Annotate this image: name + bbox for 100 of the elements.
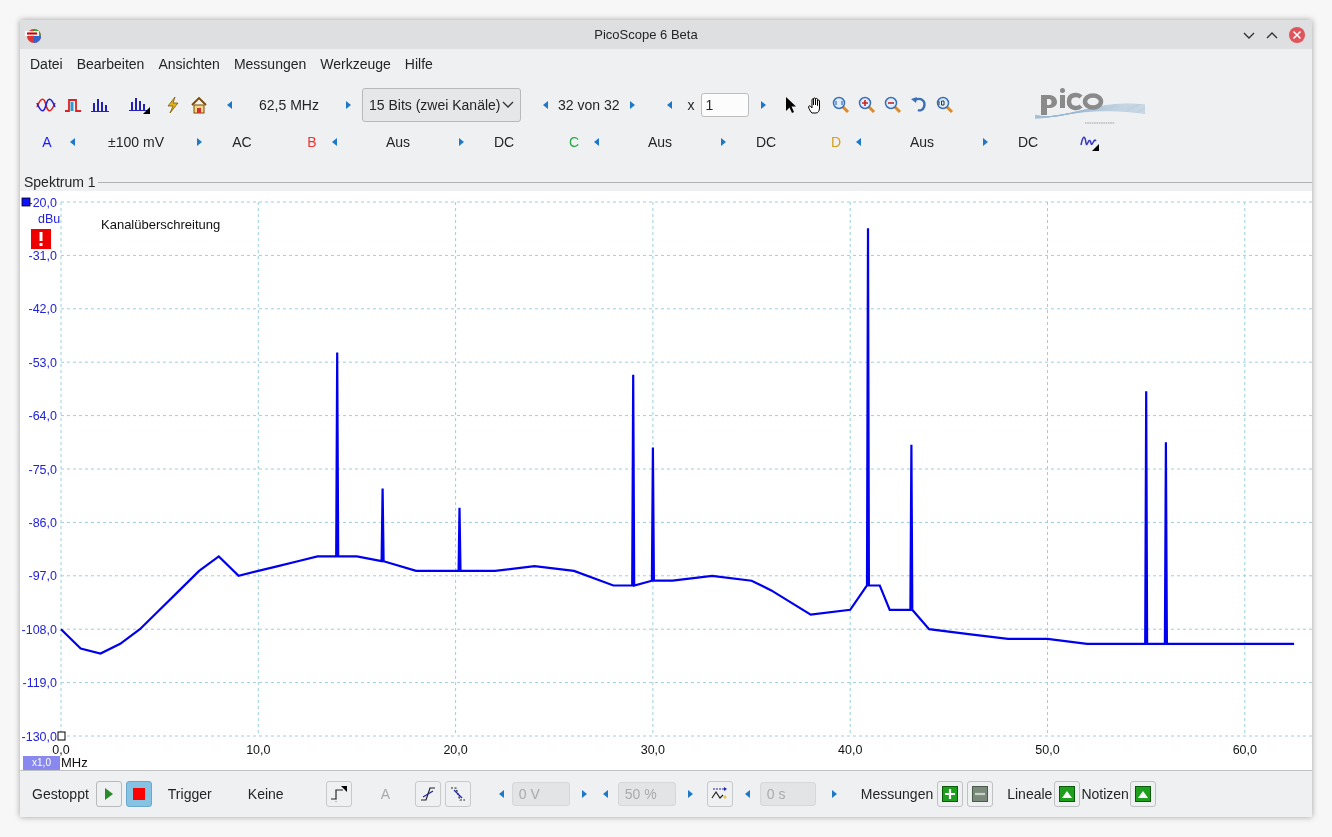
y-tick-label: -31,0 bbox=[28, 248, 57, 263]
persistence-view-icon[interactable] bbox=[64, 97, 82, 113]
rising-edge-button[interactable] bbox=[414, 781, 441, 807]
menu-item[interactable]: Messungen bbox=[227, 53, 313, 75]
triangle-up-icon bbox=[1059, 786, 1076, 802]
x-tick-label: 50,0 bbox=[1035, 743, 1060, 757]
x-tick-label: 0,0 bbox=[52, 743, 70, 757]
trigger-delay-button[interactable] bbox=[706, 781, 733, 807]
sample-rate-value: 62,5 MHz bbox=[258, 95, 320, 115]
notes-button[interactable] bbox=[1129, 781, 1156, 807]
plus-icon bbox=[942, 786, 959, 802]
rulers-button[interactable] bbox=[1054, 781, 1081, 807]
left-arrow-icon[interactable] bbox=[541, 98, 550, 112]
left-arrow-icon[interactable] bbox=[330, 135, 339, 149]
channel-range-value: Aus bbox=[384, 132, 412, 152]
overrange-message: Kanalüberschreitung bbox=[101, 216, 221, 234]
resolution-dropdown[interactable]: 15 Bits (zwei Kanäle) bbox=[362, 88, 521, 122]
add-measurement-button[interactable] bbox=[937, 781, 964, 807]
minus-icon bbox=[972, 786, 989, 802]
falling-edge-button[interactable] bbox=[444, 781, 471, 807]
home-icon[interactable] bbox=[190, 96, 208, 114]
undo-icon[interactable] bbox=[909, 96, 928, 114]
x-tick-label: 20,0 bbox=[443, 743, 468, 757]
zoom-100-icon[interactable] bbox=[935, 96, 954, 114]
channel-marker-icon bbox=[21, 197, 31, 207]
start-button[interactable] bbox=[95, 781, 122, 807]
view-tab[interactable]: Spektrum 1 bbox=[20, 174, 98, 191]
channel-letter[interactable]: B bbox=[304, 131, 320, 153]
run-status: Gestoppt bbox=[32, 784, 89, 804]
close-icon[interactable] bbox=[1288, 25, 1306, 44]
y-tick-label: -130,0 bbox=[21, 729, 57, 744]
coupling-value: DC bbox=[754, 132, 778, 152]
right-arrow-icon[interactable] bbox=[685, 787, 695, 801]
menu-item[interactable]: Datei bbox=[24, 53, 69, 75]
zoom-fit-icon[interactable] bbox=[831, 96, 850, 114]
window-title: PicoScope 6 Beta bbox=[593, 25, 699, 44]
left-arrow-icon[interactable] bbox=[68, 135, 77, 149]
y-tick-label: -75,0 bbox=[28, 462, 57, 477]
menu-item[interactable]: Ansichten bbox=[152, 53, 226, 75]
right-arrow-icon[interactable] bbox=[981, 135, 990, 149]
trigger-options-button[interactable] bbox=[325, 781, 352, 807]
right-arrow-icon[interactable] bbox=[344, 98, 353, 112]
x-tick-label: 60,0 bbox=[1232, 743, 1257, 757]
y-tick-label: -64,0 bbox=[28, 409, 57, 424]
stop-button[interactable] bbox=[125, 781, 152, 807]
triangle-up-icon bbox=[1134, 786, 1151, 802]
y-tick-label: -86,0 bbox=[28, 515, 57, 530]
measurements-label: Messungen bbox=[860, 784, 934, 804]
buffer-count-value: 32 von 32 bbox=[557, 95, 621, 115]
left-arrow-icon[interactable] bbox=[854, 135, 863, 149]
rising-edge-icon bbox=[419, 786, 436, 802]
zoom-label: x bbox=[687, 95, 695, 115]
spectrum-options-icon[interactable] bbox=[128, 96, 150, 114]
right-arrow-icon[interactable] bbox=[457, 135, 466, 149]
rulers-label: Lineale bbox=[1007, 784, 1053, 804]
left-arrow-icon[interactable] bbox=[592, 135, 601, 149]
spectrum-view-icon[interactable] bbox=[90, 97, 110, 113]
y-tick-label: -20,0 bbox=[28, 195, 57, 210]
trigger-label: Trigger bbox=[167, 784, 213, 804]
exclamation-icon bbox=[39, 232, 43, 246]
pointer-icon[interactable] bbox=[783, 96, 798, 114]
delete-measurement-button[interactable] bbox=[967, 781, 994, 807]
right-arrow-icon[interactable] bbox=[758, 98, 768, 112]
y-tick-label: -42,0 bbox=[28, 302, 57, 317]
x-tick-label: 10,0 bbox=[246, 743, 271, 757]
stop-icon bbox=[132, 788, 145, 800]
play-icon bbox=[103, 787, 114, 801]
menu-item[interactable]: Hilfe bbox=[398, 53, 439, 75]
right-arrow-icon[interactable] bbox=[829, 787, 839, 801]
right-arrow-icon[interactable] bbox=[719, 135, 728, 149]
right-arrow-icon[interactable] bbox=[195, 135, 204, 149]
y-tick-label: -108,0 bbox=[21, 622, 57, 637]
channel-letter[interactable]: A bbox=[39, 131, 55, 153]
left-arrow-icon[interactable] bbox=[225, 98, 234, 112]
x-tick-label: 30,0 bbox=[640, 743, 666, 757]
menu-item[interactable]: Bearbeiten bbox=[70, 53, 151, 75]
falling-edge-icon bbox=[449, 786, 466, 802]
lightning-icon[interactable] bbox=[164, 96, 182, 114]
x-tick-label: 40,0 bbox=[838, 743, 863, 757]
step-edge-icon bbox=[329, 785, 348, 803]
menu-item[interactable]: Werkzeuge bbox=[314, 53, 397, 75]
y-tick-label: -53,0 bbox=[28, 355, 57, 370]
x-axis-unit: MHz bbox=[61, 755, 88, 771]
channel-range-value: Aus bbox=[908, 132, 936, 152]
y-tick-label: -119,0 bbox=[22, 676, 57, 691]
trigger-mode-value[interactable]: Keine bbox=[247, 783, 326, 805]
chevron-down-icon bbox=[502, 101, 514, 109]
coupling-value: DC bbox=[1016, 132, 1040, 152]
zoom-out-icon[interactable] bbox=[883, 96, 902, 114]
zoom-in-icon[interactable] bbox=[857, 96, 876, 114]
right-arrow-icon[interactable] bbox=[627, 98, 637, 112]
zoom-field[interactable]: 1 bbox=[700, 93, 749, 117]
y-axis-unit: dBu bbox=[38, 211, 61, 228]
right-arrow-icon[interactable] bbox=[579, 787, 589, 801]
coupling-value: AC bbox=[231, 132, 253, 152]
scope-view-icon[interactable] bbox=[36, 97, 56, 113]
y-tick-label: -97,0 bbox=[28, 569, 57, 584]
coupling-value: DC bbox=[492, 132, 516, 152]
origin-marker-icon bbox=[57, 731, 66, 741]
notes-label: Notizen bbox=[1081, 784, 1129, 804]
